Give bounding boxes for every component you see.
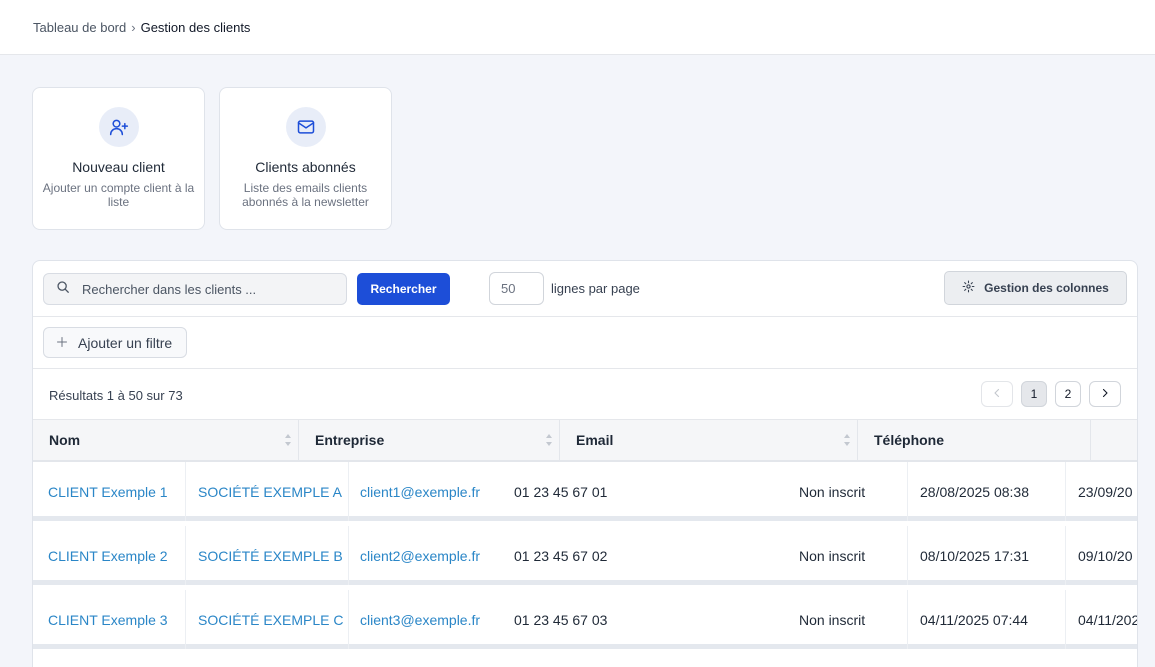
results-row: Résultats 1 à 50 sur 73 1 2 <box>33 369 1137 420</box>
top-bar: Tableau de bord › Gestion des clients <box>0 0 1155 55</box>
email-link[interactable]: client3@exemple.fr <box>360 590 480 649</box>
column-header-label: Email <box>576 432 614 448</box>
table-row[interactable]: CLIENT Exemple 2 SOCIÉTÉ EXEMPLE B clien… <box>33 526 1137 585</box>
new-client-card[interactable]: Nouveau client Ajouter un compte client … <box>32 87 205 230</box>
table-toolbar: Rechercher lignes par page Gestion des c… <box>33 261 1137 317</box>
newsletter-status-cell: Non inscrit <box>789 526 908 585</box>
gear-icon <box>962 280 975 296</box>
company-link[interactable]: SOCIÉTÉ EXEMPLE C <box>186 590 349 649</box>
next-page-button[interactable] <box>1089 381 1121 407</box>
add-filter-button[interactable]: Ajouter un filtre <box>43 327 187 358</box>
manage-columns-button[interactable]: Gestion des colonnes <box>944 271 1127 305</box>
breadcrumb: Tableau de bord › Gestion des clients <box>33 20 250 35</box>
sort-icon <box>546 434 552 446</box>
chevron-right-icon <box>1099 387 1111 402</box>
email-link[interactable]: client2@exemple.fr <box>360 526 480 585</box>
company-link[interactable]: SOCIÉTÉ EXEMPLE B <box>186 526 349 585</box>
sort-icon <box>285 434 291 446</box>
plus-icon <box>56 335 68 351</box>
phone-cell: 01 23 45 67 01 <box>514 483 608 500</box>
clients-table-panel: Rechercher lignes par page Gestion des c… <box>32 260 1138 667</box>
search-box[interactable] <box>43 273 347 305</box>
rows-per-page-input[interactable] <box>489 272 544 305</box>
phone-cell: 01 23 45 67 03 <box>514 611 608 628</box>
newsletter-status-cell: Non inscrit <box>789 590 908 649</box>
date-cell: 28/08/2025 08:38 <box>908 462 1066 521</box>
date-cell: 09/10/20 <box>1078 547 1133 564</box>
date-cell: 04/11/2025 07:44 <box>908 590 1066 649</box>
rows-per-page-label: lignes par page <box>551 281 640 296</box>
manage-columns-label: Gestion des colonnes <box>984 281 1109 295</box>
search-icon <box>56 280 70 299</box>
subscribed-clients-card[interactable]: Clients abonnés Liste des emails clients… <box>219 87 392 230</box>
page-button-1[interactable]: 1 <box>1021 381 1047 407</box>
column-header-entreprise[interactable]: Entreprise <box>299 420 560 460</box>
table-row[interactable]: CLIENT Exemple 1 SOCIÉTÉ EXEMPLE A clien… <box>33 462 1137 521</box>
card-title: Nouveau client <box>72 159 165 175</box>
card-description: Liste des emails clients abonnés à la ne… <box>242 181 369 209</box>
column-header-label: Téléphone <box>874 432 945 448</box>
date-cell: 08/10/2025 17:31 <box>908 526 1066 585</box>
page-button-2[interactable]: 2 <box>1055 381 1081 407</box>
card-title: Clients abonnés <box>255 159 356 175</box>
company-link[interactable]: SOCIÉTÉ EXEMPLE A <box>186 462 349 521</box>
breadcrumb-current: Gestion des clients <box>140 20 251 35</box>
date-cell: 23/09/20 <box>1078 483 1133 500</box>
add-filter-label: Ajouter un filtre <box>78 334 173 351</box>
mail-icon <box>286 107 326 147</box>
column-header-label: Nom <box>49 432 81 448</box>
client-name-link[interactable]: CLIENT Exemple 1 <box>33 462 186 521</box>
column-header-telephone[interactable]: Téléphone <box>858 420 1091 460</box>
filter-row: Ajouter un filtre <box>33 317 1137 369</box>
breadcrumb-dashboard-link[interactable]: Tableau de bord <box>33 20 126 35</box>
phone-cell: 01 23 45 67 02 <box>514 547 608 564</box>
date-cell: 04/11/202 <box>1078 611 1138 628</box>
search-input[interactable] <box>82 281 332 297</box>
prev-page-button[interactable] <box>981 381 1013 407</box>
newsletter-status-cell: Non inscrit <box>789 462 908 521</box>
client-name-link[interactable]: CLIENT Exemple 3 <box>33 590 186 649</box>
column-header-nom[interactable]: Nom <box>33 420 299 460</box>
breadcrumb-separator: › <box>131 20 136 35</box>
sort-icon <box>844 434 850 446</box>
user-plus-icon <box>99 107 139 147</box>
results-summary: Résultats 1 à 50 sur 73 <box>49 388 183 403</box>
search-button[interactable]: Rechercher <box>357 273 450 305</box>
card-description: Ajouter un compte client à la liste <box>42 181 195 209</box>
column-header-email[interactable]: Email <box>560 420 858 460</box>
client-name-link[interactable]: CLIENT Exemple 2 <box>33 526 186 585</box>
table-row[interactable]: CLIENT Exemple 3 SOCIÉTÉ EXEMPLE C clien… <box>33 590 1138 649</box>
chevron-left-icon <box>991 387 1003 402</box>
email-link[interactable]: client1@exemple.fr <box>360 462 480 521</box>
table-header: Nom Entreprise Email Téléphone <box>33 420 1137 462</box>
column-header-label: Entreprise <box>315 432 385 448</box>
